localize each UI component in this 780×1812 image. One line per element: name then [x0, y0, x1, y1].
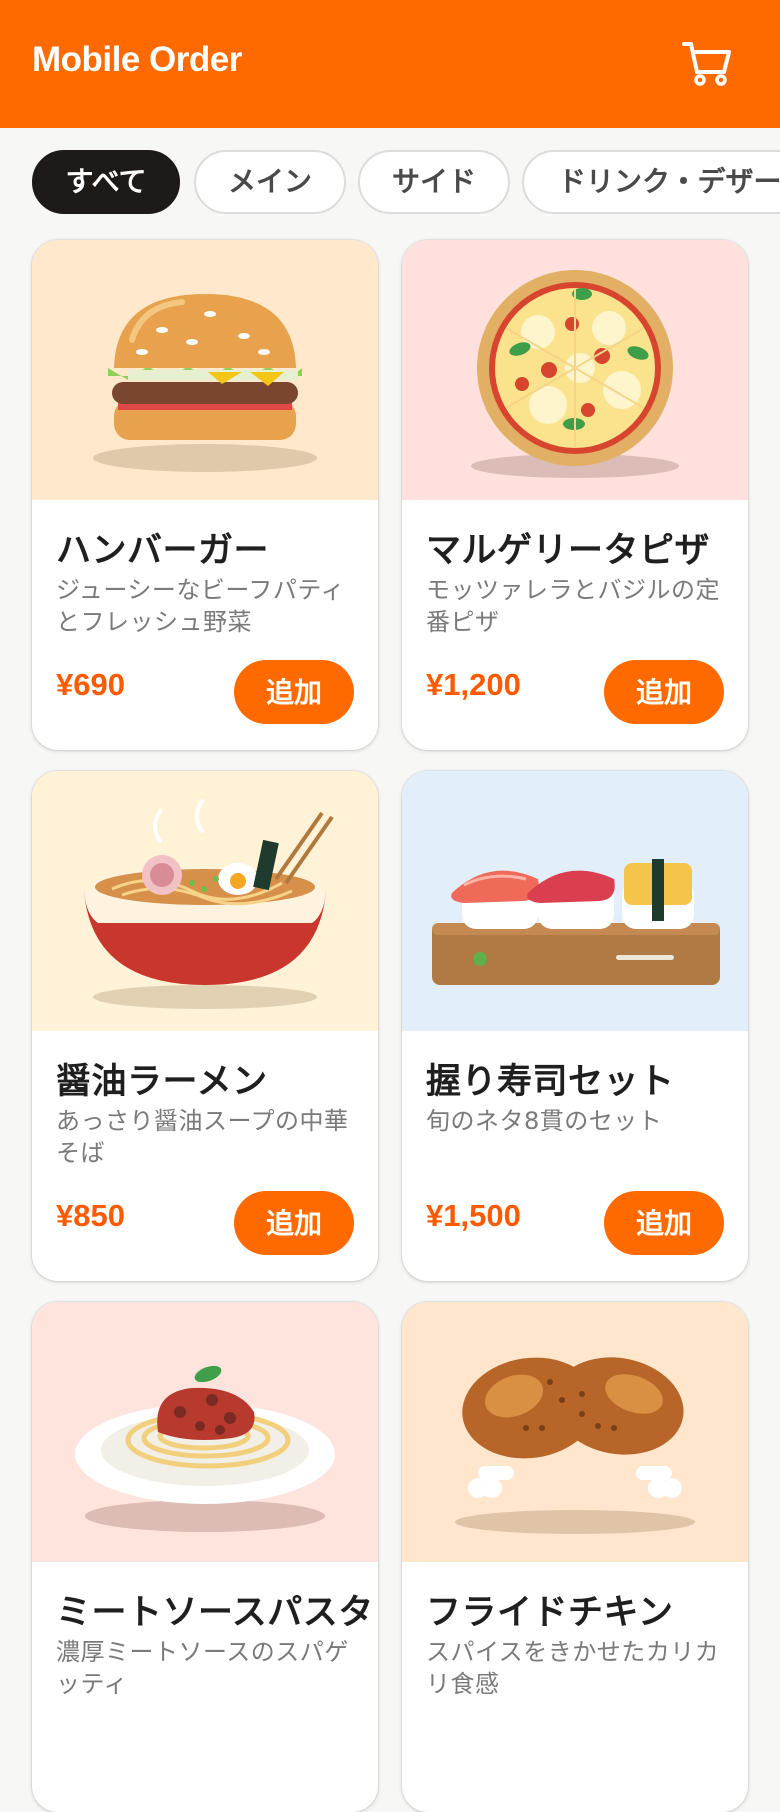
add-to-cart-button[interactable]: 追加: [234, 660, 354, 724]
app-header: Mobile Order: [0, 0, 780, 128]
item-description: モッツァレラとバジルの定番ピザ: [426, 576, 720, 636]
item-name: ミートソースパスタ: [56, 1593, 374, 1633]
item-description: 濃厚ミートソースのスパゲッティ: [56, 1638, 349, 1698]
sushi-image: [402, 771, 748, 1031]
category-tabs: すべて メイン サイド ドリンク・デザート: [0, 150, 780, 220]
item-name: 握り寿司セット: [426, 1062, 675, 1102]
item-price: ¥690: [56, 667, 125, 702]
item-price: ¥850: [56, 1198, 125, 1233]
item-name: ハンバーガー: [56, 531, 270, 571]
item-name: 醤油ラーメン: [56, 1062, 268, 1102]
menu-card[interactable]: ミートソースパスタ 濃厚ミートソースのスパゲッティ: [32, 1302, 378, 1812]
tab-side[interactable]: サイド: [358, 150, 510, 214]
hamburger-image: [32, 240, 378, 500]
ramen-image: [32, 771, 378, 1031]
tab-all[interactable]: すべて: [32, 150, 180, 214]
tab-main[interactable]: メイン: [194, 150, 346, 214]
item-name: マルゲリータピザ: [426, 531, 711, 571]
item-price: ¥1,500: [426, 1198, 521, 1233]
menu-card[interactable]: マルゲリータピザ モッツァレラとバジルの定番ピザ ¥1,200 追加: [402, 240, 748, 750]
item-description: 旬のネタ8貫のセット: [426, 1107, 663, 1135]
item-name: フライドチキン: [426, 1593, 674, 1633]
item-price: ¥1,200: [426, 667, 521, 702]
add-to-cart-button[interactable]: 追加: [234, 1191, 354, 1255]
menu-card[interactable]: 醤油ラーメン あっさり醤油スープの中華そば ¥850 追加: [32, 771, 378, 1281]
add-to-cart-button[interactable]: 追加: [604, 660, 724, 724]
menu-card[interactable]: 握り寿司セット 旬のネタ8貫のセット ¥1,500 追加: [402, 771, 748, 1281]
tab-drink-dessert[interactable]: ドリンク・デザート: [522, 150, 780, 214]
cart-button[interactable]: [680, 38, 734, 88]
cart-icon: [682, 42, 731, 86]
app-title: Mobile Order: [32, 40, 242, 79]
pasta-image: [32, 1302, 378, 1562]
fried-chicken-image: [402, 1302, 748, 1562]
menu-card[interactable]: ハンバーガー ジューシーなビーフパティとフレッシュ野菜 ¥690 追加: [32, 240, 378, 750]
item-description: あっさり醤油スープの中華そば: [56, 1107, 349, 1167]
add-to-cart-button[interactable]: 追加: [604, 1191, 724, 1255]
pizza-image: [402, 240, 748, 500]
menu-card[interactable]: フライドチキン スパイスをきかせたカリカリ食感: [402, 1302, 748, 1812]
item-description: ジューシーなビーフパティとフレッシュ野菜: [56, 576, 345, 636]
item-description: スパイスをきかせたカリカリ食感: [426, 1638, 720, 1698]
